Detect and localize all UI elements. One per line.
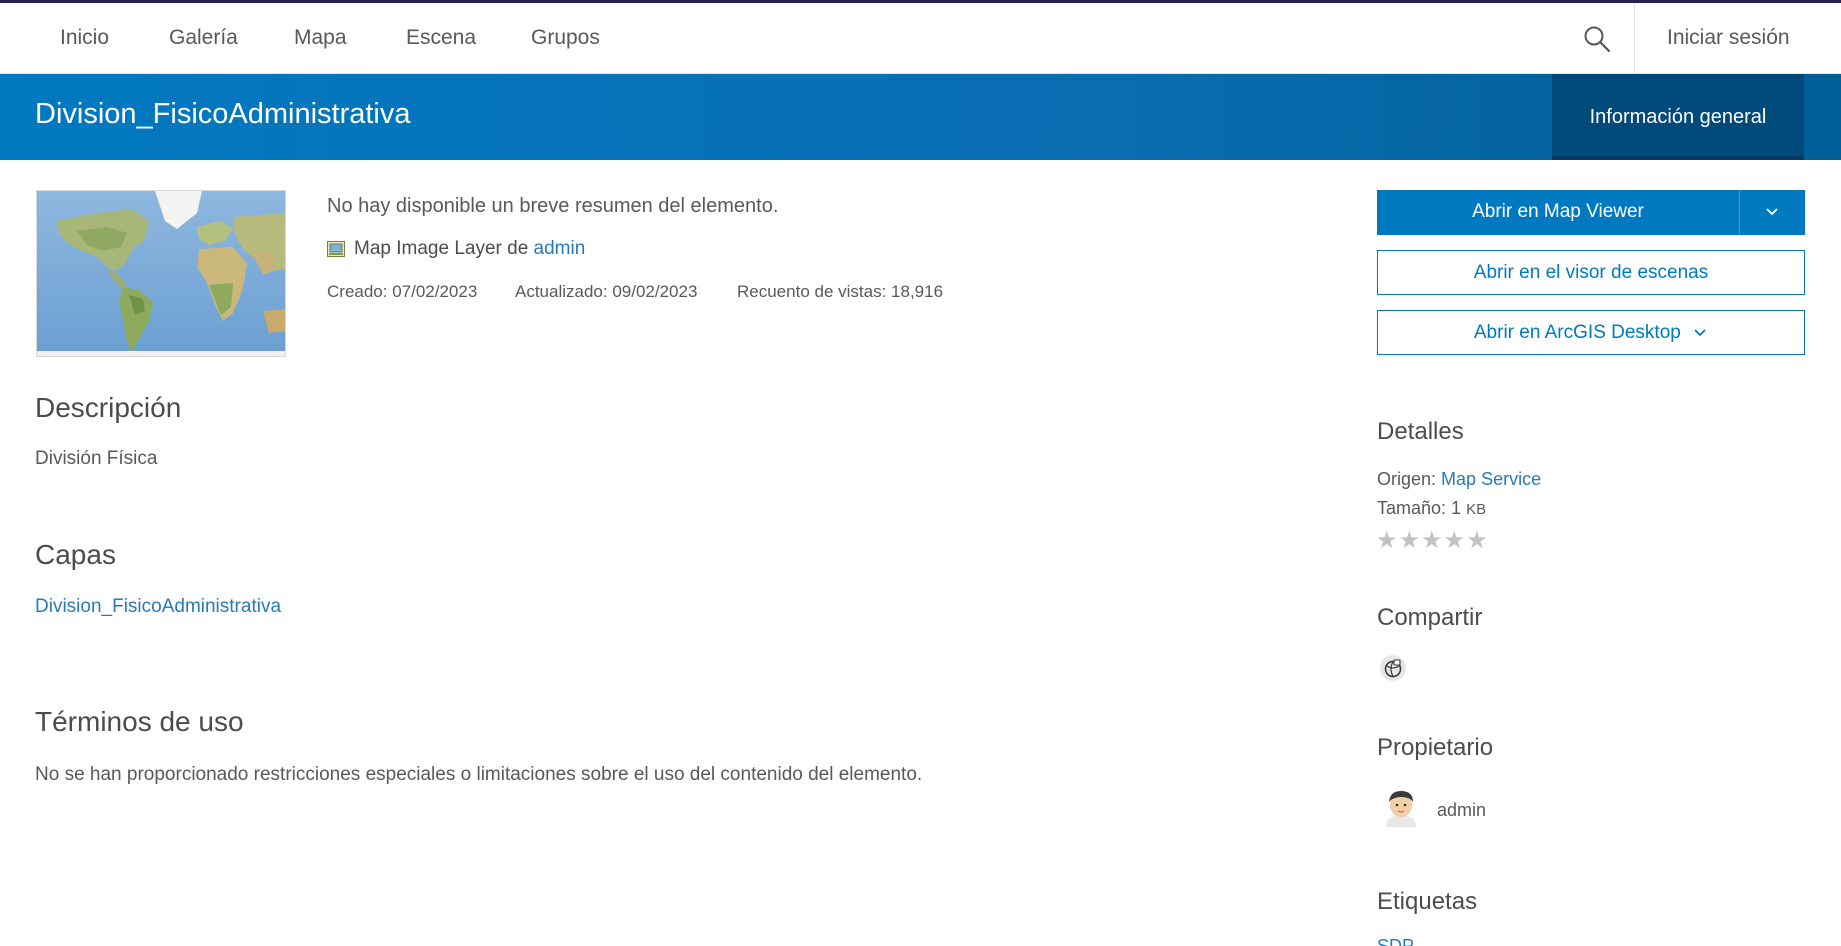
- nav-mapa[interactable]: Mapa: [294, 26, 347, 50]
- source-line: Origen: Map Service: [1377, 469, 1541, 490]
- owner-link[interactable]: admin: [534, 238, 586, 260]
- size-label: Tamaño: 1: [1377, 498, 1462, 518]
- open-map-viewer-button[interactable]: Abrir en Map Viewer: [1377, 190, 1805, 235]
- owner-name[interactable]: admin: [1437, 800, 1486, 821]
- map-image-layer-icon: [327, 241, 345, 257]
- open-arcgis-desktop-text: Abrir en ArcGIS Desktop: [1473, 322, 1681, 343]
- open-arcgis-desktop-label: Abrir en ArcGIS Desktop: [1378, 322, 1804, 344]
- search-icon[interactable]: [1583, 25, 1611, 53]
- nav-divider: [1634, 3, 1635, 74]
- item-thumbnail: [36, 190, 286, 357]
- updated-date: Actualizado: 09/02/2023: [515, 282, 698, 301]
- signin-link[interactable]: Iniciar sesión: [1667, 26, 1790, 50]
- top-navigation: Inicio Galería Mapa Escena Grupos Inicia…: [0, 3, 1841, 74]
- tab-overview-label: Información general: [1589, 106, 1767, 128]
- page-title: Division_FisicoAdministrativa: [35, 98, 411, 130]
- source-label: Origen:: [1377, 469, 1437, 489]
- avatar: [1386, 791, 1416, 827]
- chevron-down-icon[interactable]: [1762, 202, 1782, 222]
- owner-heading: Propietario: [1377, 734, 1494, 761]
- tags-heading: Etiquetas: [1377, 888, 1478, 915]
- item-type-line: Map Image Layer de admin: [327, 238, 585, 260]
- size-line: Tamaño: 1 KB: [1377, 498, 1486, 519]
- globe-lock-icon: [1380, 655, 1406, 681]
- details-heading: Detalles: [1377, 418, 1464, 445]
- open-map-viewer-label: Abrir en Map Viewer: [1472, 201, 1644, 222]
- tab-overview[interactable]: Información general: [1552, 74, 1804, 160]
- view-count: Recuento de vistas: 18,916: [737, 282, 944, 301]
- button-split-divider: [1739, 190, 1740, 235]
- nav-galeria[interactable]: Galería: [169, 26, 238, 50]
- nav-inicio[interactable]: Inicio: [60, 26, 109, 50]
- layer-link[interactable]: Division_FisicoAdministrativa: [35, 596, 281, 618]
- rating-stars[interactable]: ★★★★★: [1376, 526, 1489, 555]
- layers-heading: Capas: [35, 539, 116, 570]
- open-scene-viewer-label: Abrir en el visor de escenas: [1473, 262, 1709, 283]
- nav-escena[interactable]: Escena: [406, 26, 476, 50]
- source-link[interactable]: Map Service: [1441, 469, 1541, 489]
- created-date: Creado: 07/02/2023: [327, 282, 478, 301]
- description-heading: Descripción: [35, 392, 182, 423]
- item-type-label: Map Image Layer de: [354, 238, 529, 259]
- chevron-down-icon: [1694, 329, 1706, 337]
- open-arcgis-desktop-button[interactable]: Abrir en ArcGIS Desktop: [1377, 310, 1805, 355]
- nav-grupos[interactable]: Grupos: [531, 26, 600, 50]
- item-summary: No hay disponible un breve resumen del e…: [327, 195, 779, 217]
- tag-link[interactable]: SDP: [1377, 936, 1414, 946]
- world-map-thumbnail: [37, 191, 285, 356]
- terms-heading: Términos de uso: [35, 706, 244, 737]
- terms-text: No se han proporcionado restricciones es…: [35, 764, 923, 785]
- open-scene-viewer-button[interactable]: Abrir en el visor de escenas: [1377, 250, 1805, 295]
- description-text: División Física: [35, 448, 158, 469]
- size-unit: KB: [1466, 501, 1487, 518]
- item-header-band: Division_FisicoAdministrativa Informació…: [0, 74, 1841, 160]
- share-heading: Compartir: [1377, 604, 1483, 631]
